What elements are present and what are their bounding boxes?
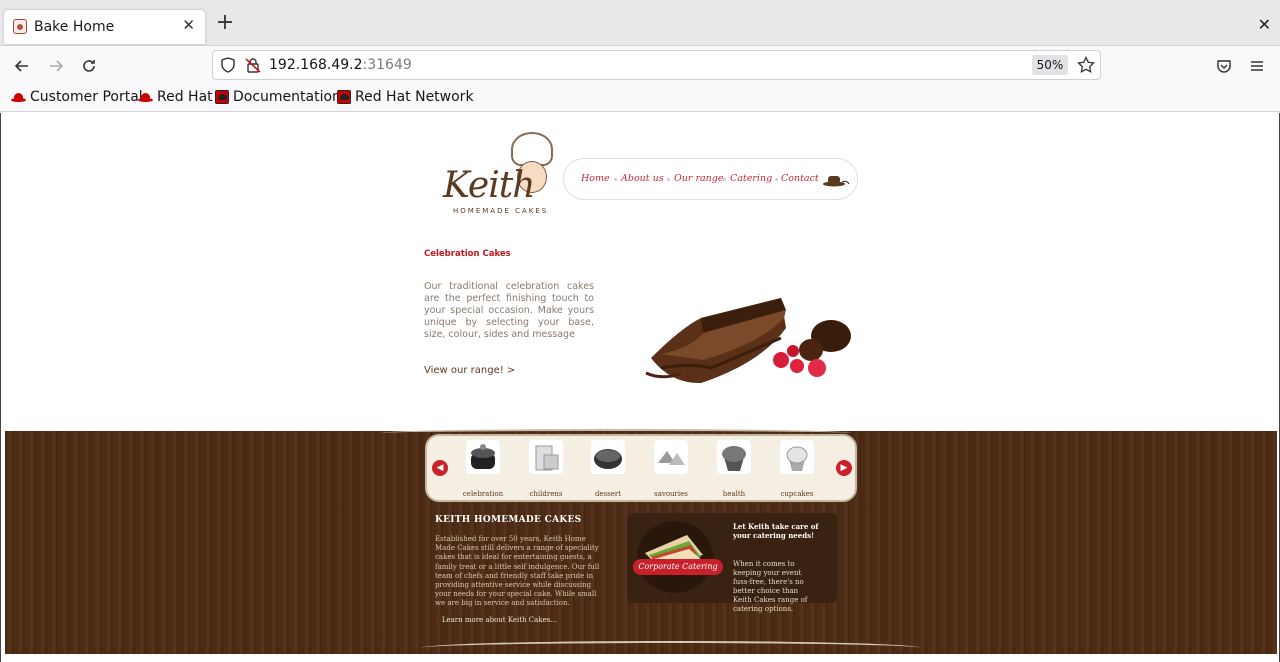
hamburger-menu-icon[interactable] (1245, 54, 1269, 78)
cupcake-icon (786, 446, 808, 471)
hero-title: Celebration Cakes (424, 249, 511, 259)
view-range-link[interactable]: View our range! > (424, 365, 515, 376)
browser-tab[interactable]: Bake Home ✕ (4, 10, 205, 44)
url-text: 192.168.49.2:31649 (269, 57, 412, 73)
chocolate-cake-image (645, 298, 851, 384)
carousel-item-celebration[interactable]: celebration (453, 440, 513, 498)
catering-text: When it comes to keeping your event fuss… (733, 560, 808, 613)
logo-subtitle: HOMEMADE CAKES (453, 207, 549, 215)
address-bar[interactable]: 192.168.49.2:31649 50% (212, 50, 1101, 80)
redhat-icon (11, 92, 26, 102)
menu-our-range[interactable]: Our range (674, 173, 724, 184)
insecure-lock-icon[interactable] (245, 57, 261, 77)
tab-bar: Bake Home ✕ + ✕ (0, 0, 1280, 46)
close-window-icon[interactable]: ✕ (1258, 15, 1271, 34)
menu-catering[interactable]: Catering (730, 173, 772, 184)
site-logo[interactable]: Keith HOMEMADE CAKES (441, 129, 561, 221)
menu-home[interactable]: Home (581, 173, 610, 184)
tab-title: Bake Home (34, 19, 115, 35)
carousel-prev-icon[interactable]: ◀ (432, 460, 448, 476)
bookmark-star-icon[interactable] (1077, 55, 1095, 78)
forward-arrow-icon[interactable] (44, 54, 68, 78)
carousel-item-savouries[interactable]: savouries (641, 440, 701, 498)
corporate-catering-ribbon[interactable]: Corporate Catering (633, 559, 723, 575)
catering-image (637, 521, 713, 593)
web-page: Keith HOMEMADE CAKES Home About us Our r… (0, 113, 1280, 662)
close-tab-icon[interactable]: ✕ (182, 16, 195, 34)
about-text: Established for over 50 years, Keith Hom… (435, 535, 600, 608)
sandwich-icon (645, 535, 703, 571)
bookmark-red-hat[interactable]: Red Hat (138, 89, 213, 105)
menu-separator (667, 178, 670, 181)
bookmark-documentation[interactable]: Documentation (215, 89, 341, 105)
back-arrow-icon[interactable] (10, 54, 34, 78)
main-menu: Home About us Our range Catering Contact (563, 158, 858, 200)
celebration-cake-icon (471, 444, 495, 469)
site-favicon-icon (13, 19, 27, 34)
catering-promo[interactable]: Corporate Catering Let Keith take care o… (627, 513, 837, 613)
menu-separator (775, 178, 778, 181)
product-carousel: ◀ celebration childrens dessert savourie… (425, 434, 857, 502)
carousel-next-icon[interactable]: ▶ (836, 460, 852, 476)
bookmark-customer-portal[interactable]: Customer Portal (11, 89, 143, 105)
next-section (5, 654, 1277, 662)
redhat-icon (138, 92, 153, 102)
redhat-doc-icon (215, 90, 229, 104)
shield-icon[interactable] (220, 57, 236, 77)
bullet-icon: › (435, 616, 438, 624)
menu-about[interactable]: About us (621, 173, 664, 184)
bookmark-red-hat-network[interactable]: Red Hat Network (337, 89, 474, 105)
chef-hat-small-icon (823, 176, 850, 187)
menu-separator (614, 178, 617, 181)
hero-description: Our traditional celebration cakes are th… (424, 281, 594, 340)
new-tab-icon[interactable]: + (214, 12, 236, 34)
menu-separator (723, 178, 726, 181)
menu-contact[interactable]: Contact (781, 173, 819, 184)
carousel-item-dessert[interactable]: dessert (578, 440, 638, 498)
childrens-cake-icon (535, 445, 559, 471)
about-title: KEITH HOMEMADE CAKES (435, 515, 582, 525)
dessert-cake-icon (594, 449, 622, 469)
pocket-icon[interactable] (1212, 54, 1236, 78)
savouries-icon (658, 451, 685, 465)
logo-text: Keith (443, 165, 535, 206)
catering-heading: Let Keith take care of your catering nee… (733, 522, 819, 540)
bookmarks-toolbar: Customer Portal Red Hat Documentation Re… (0, 86, 1280, 112)
zoom-level-badge[interactable]: 50% (1032, 55, 1068, 75)
redhat-doc-icon (337, 90, 351, 104)
carousel-item-health[interactable]: health (704, 440, 764, 498)
navigation-bar: 192.168.49.2:31649 50% (0, 46, 1280, 86)
carousel-item-childrens[interactable]: childrens (516, 440, 576, 498)
learn-more-link[interactable]: › Learn more about Keith Cakes... (435, 616, 557, 624)
health-muffin-icon (722, 446, 746, 471)
carousel-item-cupcakes[interactable]: cupcakes (767, 440, 827, 498)
bottom-divider (421, 641, 921, 655)
reload-icon[interactable] (77, 54, 101, 78)
